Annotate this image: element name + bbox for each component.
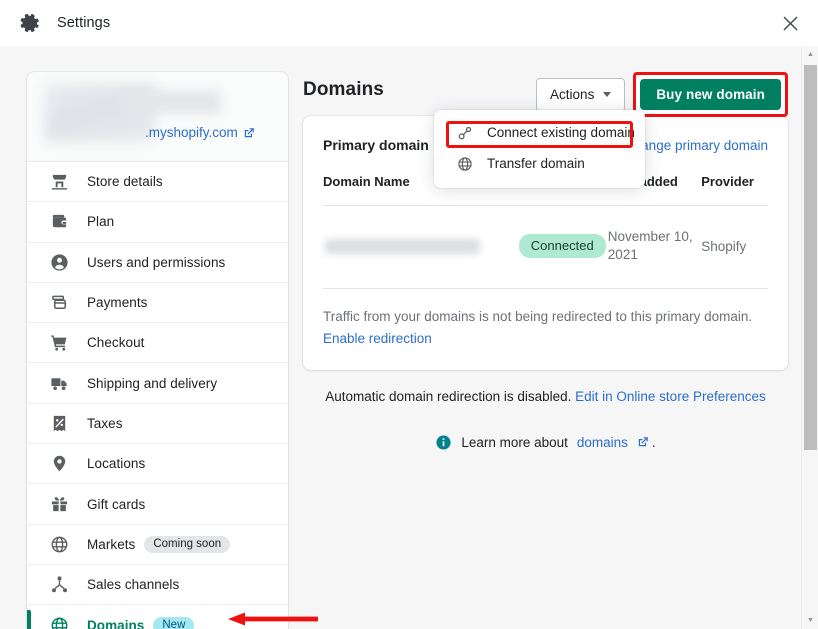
gift-icon xyxy=(49,494,70,515)
user-icon xyxy=(49,252,70,273)
sidebar-item-checkout[interactable]: Checkout xyxy=(27,323,288,363)
gear-icon xyxy=(18,11,42,35)
settings-window: Settings ▲ ▼ .myshopify.com xyxy=(0,0,818,629)
info-icon xyxy=(435,434,452,451)
cell-domain-name xyxy=(323,239,519,254)
cell-date-added: November 10, 2021 xyxy=(608,228,701,264)
domains-table: Domain Name Status Date added Provider C… xyxy=(303,174,788,289)
menu-item-transfer-domain[interactable]: Transfer domain xyxy=(434,148,645,179)
buy-new-domain-highlight: Buy new domain xyxy=(633,72,788,117)
external-link-icon xyxy=(637,436,649,448)
sidebar-item-label: Plan xyxy=(87,214,114,229)
sidebar-item-users-and-permissions[interactable]: Users and permissions xyxy=(27,243,288,283)
sidebar-item-plan[interactable]: Plan xyxy=(27,202,288,242)
receipt-percent-icon xyxy=(49,413,70,434)
column-header-provider: Provider xyxy=(701,174,768,189)
scroll-down-icon[interactable]: ▼ xyxy=(802,612,818,629)
sidebar-item-shipping-and-delivery[interactable]: Shipping and delivery xyxy=(27,363,288,403)
sidebar-badge-coming-soon: Coming soon xyxy=(144,536,230,554)
globe-icon xyxy=(456,155,474,173)
cell-provider: Shopify xyxy=(701,239,768,254)
sidebar-item-label: Store details xyxy=(87,174,163,189)
learn-more-row: Learn more about domains . xyxy=(303,434,788,451)
store-url-text: .myshopify.com xyxy=(145,125,238,140)
redirection-footer: Traffic from your domains is not being r… xyxy=(303,289,788,369)
sidebar-item-locations[interactable]: Locations xyxy=(27,444,288,484)
auto-redirection-text: Automatic domain redirection is disabled… xyxy=(325,389,571,404)
store-url-link[interactable]: .myshopify.com xyxy=(145,125,255,140)
status-badge: Connected xyxy=(519,234,606,258)
buy-new-domain-button[interactable]: Buy new domain xyxy=(640,79,781,110)
sidebar-item-sales-channels[interactable]: Sales channels xyxy=(27,565,288,605)
table-row[interactable]: Connected November 10, 2021 Shopify xyxy=(323,206,768,289)
sidebar-item-label: Markets xyxy=(87,537,135,552)
truck-icon xyxy=(49,373,70,394)
primary-domain-heading: Primary domain xyxy=(323,137,429,153)
edit-online-store-preferences-link[interactable]: Edit in Online store Preferences xyxy=(575,389,766,404)
settings-sidebar: .myshopify.com Store details Plan xyxy=(27,72,288,629)
sidebar-item-label: Shipping and delivery xyxy=(87,376,217,391)
domain-globe-icon xyxy=(49,615,70,629)
cart-icon xyxy=(49,332,70,353)
menu-item-connect-existing-domain[interactable]: Connect existing domain xyxy=(434,117,645,148)
chevron-down-icon xyxy=(603,92,611,97)
sidebar-item-label: Sales channels xyxy=(87,577,179,592)
learn-more-prefix: Learn more about xyxy=(461,435,568,450)
external-link-icon xyxy=(243,127,255,139)
window-title: Settings xyxy=(57,15,110,31)
sidebar-item-label: Gift cards xyxy=(87,497,145,512)
auto-redirection-note: Automatic domain redirection is disabled… xyxy=(303,389,788,404)
link-chain-icon xyxy=(456,124,474,142)
sidebar-item-store-details[interactable]: Store details xyxy=(27,162,288,202)
channels-icon xyxy=(49,574,70,595)
sidebar-item-gift-cards[interactable]: Gift cards xyxy=(27,484,288,524)
domains-help-link[interactable]: domains xyxy=(577,435,628,450)
sidebar-item-label: Payments xyxy=(87,295,147,310)
window-titlebar: Settings xyxy=(0,0,818,46)
actions-button-label: Actions xyxy=(550,87,594,102)
sidebar-item-label: Locations xyxy=(87,456,145,471)
sidebar-item-label: Taxes xyxy=(87,416,123,431)
sidebar-item-label: Users and permissions xyxy=(87,255,225,270)
learn-more-suffix: . xyxy=(652,435,656,450)
vertical-scrollbar[interactable]: ▲ ▼ xyxy=(801,46,818,629)
close-icon[interactable] xyxy=(774,8,806,38)
page-header: Domains Actions Buy new domain xyxy=(303,64,788,116)
enable-redirection-link[interactable]: Enable redirection xyxy=(323,331,432,346)
store-name-redacted xyxy=(123,90,221,114)
actions-button[interactable]: Actions xyxy=(536,78,625,112)
menu-item-label: Transfer domain xyxy=(487,156,585,171)
domain-name-redacted xyxy=(325,239,480,254)
cell-status: Connected xyxy=(519,234,608,258)
actions-dropdown-menu: Connect existing domain Transfer domain xyxy=(434,110,645,188)
scrollbar-thumb[interactable] xyxy=(804,65,817,450)
store-header: .myshopify.com xyxy=(27,72,288,162)
sidebar-item-label: Domains xyxy=(87,618,144,629)
sidebar-badge-new: New xyxy=(153,617,194,629)
change-primary-domain-link[interactable]: Change primary domain xyxy=(624,138,768,153)
payments-icon xyxy=(49,292,70,313)
scroll-up-icon[interactable]: ▲ xyxy=(802,46,818,63)
wallet-icon xyxy=(49,211,70,232)
sidebar-item-payments[interactable]: Payments xyxy=(27,283,288,323)
page-title: Domains xyxy=(303,79,384,101)
sidebar-item-taxes[interactable]: Taxes xyxy=(27,404,288,444)
globe-icon xyxy=(49,534,70,555)
store-icon xyxy=(49,171,70,192)
sidebar-item-label: Checkout xyxy=(87,335,144,350)
location-pin-icon xyxy=(49,453,70,474)
redirection-note-text: Traffic from your domains is not being r… xyxy=(323,309,752,324)
annotation-arrow-icon xyxy=(228,612,318,626)
menu-item-label: Connect existing domain xyxy=(487,125,635,140)
sidebar-item-markets[interactable]: Markets Coming soon xyxy=(27,525,288,565)
